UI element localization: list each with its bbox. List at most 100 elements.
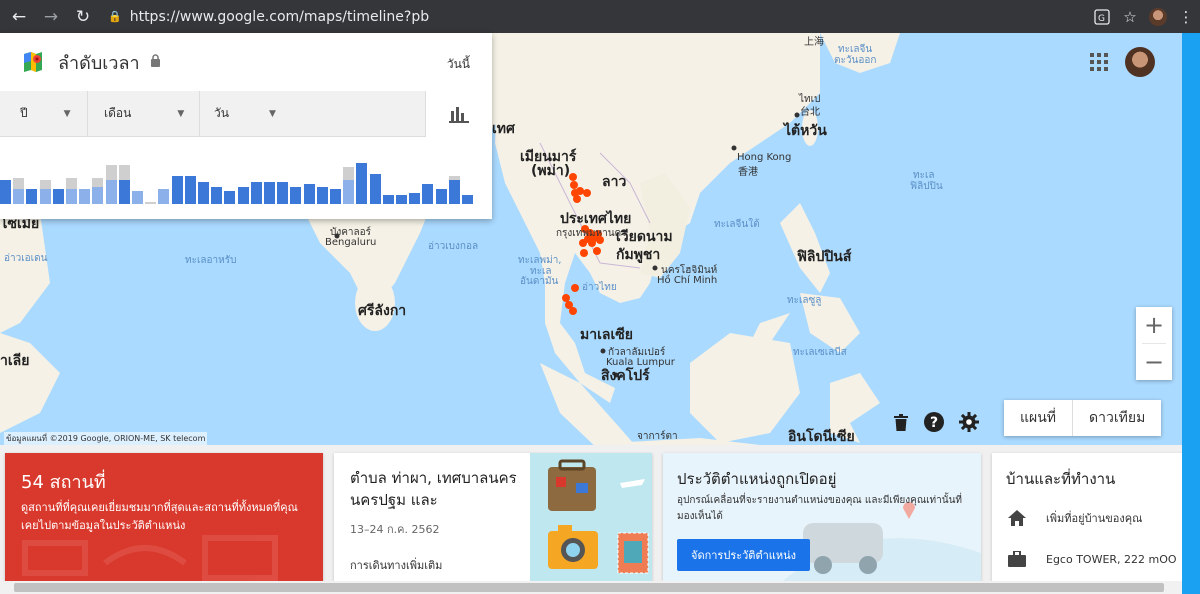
map-label-srilanka: ศรีลังกา — [358, 303, 407, 319]
map-label-hongkong-cn: 香港 — [738, 167, 758, 178]
histogram-bar[interactable] — [237, 187, 249, 204]
histogram-bar[interactable] — [224, 191, 236, 204]
stats-chart-button[interactable] — [425, 91, 492, 137]
histogram-bar[interactable] — [264, 182, 275, 204]
year-select-label: ปี — [20, 106, 28, 120]
histogram-bar[interactable] — [396, 195, 407, 204]
map-label-shanghai: 上海 — [804, 37, 824, 48]
map-label-taipei-cn: 台北 — [800, 107, 820, 118]
more-trips-link[interactable]: การเดินทางเพิ่มเติม — [350, 556, 442, 574]
histogram-bar[interactable] — [250, 182, 262, 204]
histogram-bar[interactable] — [171, 176, 183, 204]
today-button[interactable]: วันนี้ — [447, 55, 470, 74]
histogram-bar[interactable] — [369, 174, 381, 204]
private-lock-icon — [150, 54, 161, 70]
trash-icon[interactable] — [890, 411, 912, 433]
activity-histogram[interactable] — [0, 138, 492, 204]
histogram-bar[interactable] — [277, 182, 289, 204]
histogram-bar[interactable] — [0, 180, 11, 204]
horizontal-scrollbar[interactable] — [0, 581, 1182, 594]
work-row[interactable]: Egco TOWER, 222 mOO — [1006, 551, 1177, 567]
trip-title: ตำบล ท่าผา, เทศบาลนครนครปฐม และ — [350, 469, 517, 509]
map-label-hcm-en: Hồ Chí Minh — [657, 275, 718, 286]
map-label-laos: ลาว — [602, 174, 627, 190]
briefcase-icon — [1006, 551, 1028, 567]
histogram-bar[interactable] — [330, 189, 341, 204]
zoom-in-button[interactable]: + — [1136, 307, 1172, 343]
histogram-bar[interactable] — [448, 180, 460, 204]
histogram-bar[interactable] — [184, 176, 196, 204]
satellite-button[interactable]: ดาวเทียม — [1072, 400, 1161, 436]
histogram-bar[interactable] — [409, 193, 421, 204]
histogram-bar[interactable] — [316, 187, 328, 204]
histogram-bar[interactable] — [26, 189, 38, 204]
histogram-bar[interactable] — [145, 202, 157, 204]
map-type-button[interactable]: แผนที่ — [1004, 400, 1072, 436]
histogram-bar[interactable] — [422, 184, 434, 204]
month-select[interactable]: เดือน ▼ — [88, 90, 200, 137]
home-work-card[interactable]: บ้านและที่ทำงาน เพิ่มที่อยู่บ้านของคุณ E… — [992, 453, 1182, 581]
forward-icon[interactable]: → — [38, 4, 64, 30]
day-caret-icon: ▼ — [268, 108, 276, 119]
histogram-bar[interactable] — [303, 184, 315, 204]
places-description: ดูสถานที่ที่คุณเคยเยี่ยมชมมากที่สุดและสถ… — [21, 501, 298, 532]
help-icon[interactable]: ? — [923, 411, 945, 433]
menu-dots-icon[interactable]: ⋮ — [1172, 8, 1200, 26]
map-label-india-partial: เทศ — [492, 121, 515, 137]
histogram-bar[interactable] — [158, 189, 170, 204]
histogram-bar[interactable] — [382, 195, 394, 204]
add-home-row[interactable]: เพิ่มที่อยู่บ้านของคุณ — [1006, 509, 1142, 527]
star-icon[interactable]: ☆ — [1116, 8, 1144, 26]
places-card[interactable]: 54 สถานที่ ดูสถานที่ที่คุณเคยเยี่ยมชมมาก… — [5, 453, 323, 581]
map-label-east-china-sea-sub: ตะวันออก — [834, 55, 877, 66]
home-work-title: บ้านและที่ทำงาน — [1006, 470, 1116, 488]
back-icon[interactable]: ← — [6, 4, 32, 30]
translate-icon[interactable]: G — [1088, 8, 1116, 25]
add-home-label: เพิ่มที่อยู่บ้านของคุณ — [1046, 512, 1143, 525]
profile-avatar[interactable] — [1144, 7, 1172, 26]
histogram-bar[interactable] — [105, 180, 117, 204]
map-label-arabian-sea: ทะเลอาหรับ — [185, 255, 237, 266]
trip-card[interactable]: ตำบล ท่าผา, เทศบาลนครนครปฐม และ 13–24 ก.… — [334, 453, 652, 581]
map-label-singapore: สิงคโปร์ — [601, 368, 650, 384]
address-bar[interactable]: 🔒 https://www.google.com/maps/timeline?p… — [108, 9, 429, 25]
year-select[interactable]: ปี ▼ — [0, 90, 88, 137]
histogram-bar[interactable] — [39, 189, 51, 204]
settings-gear-icon[interactable] — [958, 411, 980, 433]
apps-grid-icon[interactable] — [1090, 53, 1108, 71]
map-type-toggle: แผนที่ ดาวเทียม — [1004, 400, 1162, 436]
histogram-bar[interactable] — [290, 187, 302, 204]
histogram-bar[interactable] — [13, 189, 25, 204]
histogram-bar[interactable] — [356, 163, 368, 204]
map-label-sulu-sea: ทะเลซูลู — [787, 295, 822, 306]
histogram-bar[interactable] — [52, 189, 64, 204]
histogram-bar[interactable] — [462, 195, 473, 204]
map-label-malaysia: มาเลเซีย — [580, 327, 633, 343]
work-address: Egco TOWER, 222 mOO — [1046, 552, 1177, 566]
account-avatar[interactable] — [1125, 47, 1155, 77]
timeline-title: ลำดับเวลา — [58, 52, 140, 74]
year-caret-icon: ▼ — [63, 108, 71, 119]
reload-icon[interactable]: ↻ — [70, 4, 96, 30]
map-label-bengaluru-en: Bengaluru — [325, 237, 377, 248]
histogram-bar[interactable] — [66, 189, 77, 204]
map-label-celebes-sea: ทะเลเซเลบีส — [793, 347, 847, 358]
histogram-bar[interactable] — [92, 187, 104, 204]
histogram-bar[interactable] — [343, 180, 355, 204]
scrollbar-thumb[interactable] — [14, 583, 1164, 592]
histogram-bar[interactable] — [198, 182, 209, 204]
history-title: ประวัติตำแหน่งถูกเปิดอยู่ — [677, 470, 837, 488]
histogram-bar[interactable] — [132, 191, 143, 204]
manage-history-button[interactable]: จัดการประวัติตำแหน่ง — [677, 539, 811, 571]
map-label-maldives-partial: าเลีย — [0, 353, 30, 369]
map-label-philippine-sea-2: ฟิลิปปิน — [910, 181, 943, 192]
histogram-bar[interactable] — [211, 187, 223, 204]
zoom-out-button[interactable]: − — [1136, 344, 1172, 380]
histogram-bar[interactable] — [79, 189, 91, 204]
day-select[interactable]: วัน ▼ — [200, 91, 300, 137]
histogram-bar[interactable] — [435, 189, 447, 204]
location-history-card[interactable]: ประวัติตำแหน่งถูกเปิดอยู่ อุปกรณ์เคลื่อน… — [663, 453, 981, 581]
map-label-hongkong: Hong Kong — [737, 152, 792, 163]
map-label-south-china-sea: ทะเลจีนใต้ — [714, 219, 760, 230]
histogram-bar[interactable] — [118, 180, 130, 204]
